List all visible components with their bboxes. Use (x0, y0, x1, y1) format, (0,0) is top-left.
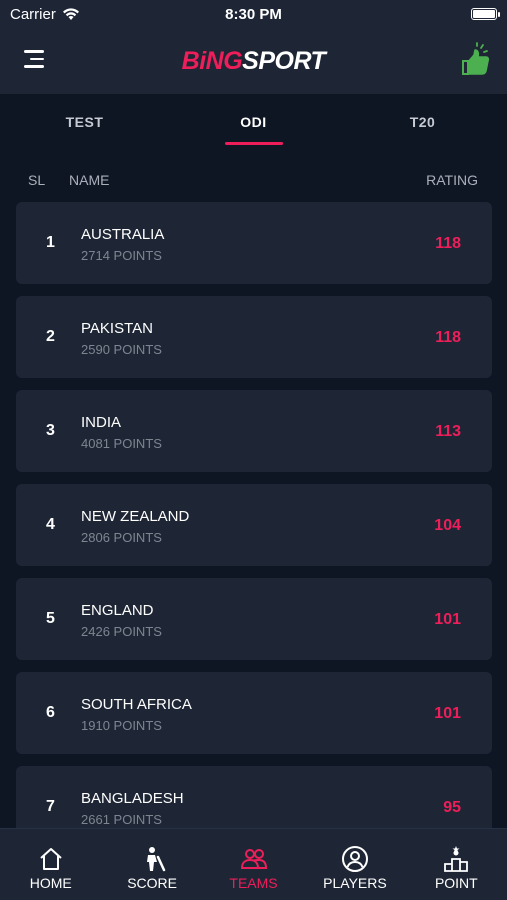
app-header: BiNGSPORT (0, 28, 507, 94)
nav-point[interactable]: POINT (406, 829, 507, 900)
nav-home[interactable]: HOME (0, 829, 101, 900)
team-points: 4081 POINTS (81, 436, 162, 451)
batsman-icon (147, 847, 166, 872)
ranking-row[interactable]: 3 INDIA 4081 POINTS 113 (16, 390, 492, 472)
nav-point-label: POINT (434, 875, 478, 891)
team-name: INDIA (81, 414, 122, 431)
team-name: BANGLADESH (81, 790, 184, 807)
column-rating: RATING (426, 172, 478, 188)
ranking-row[interactable]: 6 SOUTH AFRICA 1910 POINTS 101 (16, 672, 492, 754)
team-rating: 95 (443, 799, 461, 816)
rank-number: 5 (46, 610, 55, 627)
nav-score-label: SCORE (127, 875, 177, 891)
wifi-icon (62, 7, 79, 20)
team-rating: 118 (435, 235, 461, 252)
team-points: 2661 POINTS (81, 812, 162, 827)
app-logo: BiNGSPORT (182, 47, 326, 76)
like-button[interactable] (459, 42, 491, 78)
rank-number: 1 (46, 234, 55, 251)
column-sl: SL (28, 172, 46, 188)
team-name: ENGLAND (81, 602, 154, 619)
team-icon (240, 849, 267, 869)
team-rankings-list: 1 AUSTRALIA 2714 POINTS 118 2 PAKISTAN 2… (16, 202, 492, 860)
tab-t20[interactable]: T20 (338, 94, 507, 152)
hamburger-menu-button[interactable] (24, 50, 46, 70)
nav-teams-label: TEAMS (229, 875, 278, 891)
format-tabs: TEST ODI T20 (0, 94, 507, 152)
team-points: 1910 POINTS (81, 718, 162, 733)
nav-home-label: HOME (29, 875, 72, 891)
team-points: 2714 POINTS (81, 248, 162, 263)
team-rating: 118 (435, 329, 461, 346)
team-name: PAKISTAN (81, 320, 153, 337)
tab-test[interactable]: TEST (0, 94, 169, 152)
ranking-row[interactable]: 1 AUSTRALIA 2714 POINTS 118 (16, 202, 492, 284)
podium-icon (444, 846, 469, 872)
nav-players-label: PLAYERS (323, 875, 387, 891)
rank-number: 6 (46, 704, 55, 721)
team-rating: 101 (434, 611, 461, 628)
team-name: SOUTH AFRICA (81, 696, 192, 713)
ranking-row[interactable]: 5 ENGLAND 2426 POINTS 101 (16, 578, 492, 660)
rank-number: 4 (46, 516, 55, 533)
ranking-row[interactable]: 2 PAKISTAN 2590 POINTS 118 (16, 296, 492, 378)
rank-number: 3 (46, 422, 55, 439)
bottom-navigation: HOME SCORE TEAMS PLAYERS POINT (0, 828, 507, 900)
team-name: AUSTRALIA (81, 226, 165, 243)
logo-part1: BiNG (181, 46, 243, 75)
tab-odi[interactable]: ODI (169, 94, 338, 152)
ranking-column-header: SL NAME RATING (0, 172, 507, 192)
team-points: 2590 POINTS (81, 342, 162, 357)
nav-teams[interactable]: TEAMS (203, 829, 304, 900)
nav-score[interactable]: SCORE (101, 829, 202, 900)
team-rating: 101 (434, 705, 461, 722)
status-left: Carrier (10, 6, 80, 23)
rank-number: 7 (46, 798, 55, 815)
team-rating: 104 (434, 517, 461, 534)
nav-players[interactable]: PLAYERS (304, 829, 405, 900)
carrier-label: Carrier (10, 5, 56, 23)
team-rating: 113 (435, 423, 461, 440)
column-name: NAME (69, 172, 110, 188)
ranking-row[interactable]: 4 NEW ZEALAND 2806 POINTS 104 (16, 484, 492, 566)
team-points: 2426 POINTS (81, 624, 162, 639)
player-icon (341, 846, 368, 872)
battery-icon (471, 8, 500, 20)
thumbs-up-icon (462, 42, 490, 75)
rank-number: 2 (46, 328, 55, 345)
status-bar: Carrier 8:30 PM (0, 0, 507, 28)
team-name: NEW ZEALAND (81, 508, 190, 525)
home-icon (40, 848, 62, 870)
team-points: 2806 POINTS (81, 530, 162, 545)
logo-part2: SPORT (242, 46, 326, 75)
